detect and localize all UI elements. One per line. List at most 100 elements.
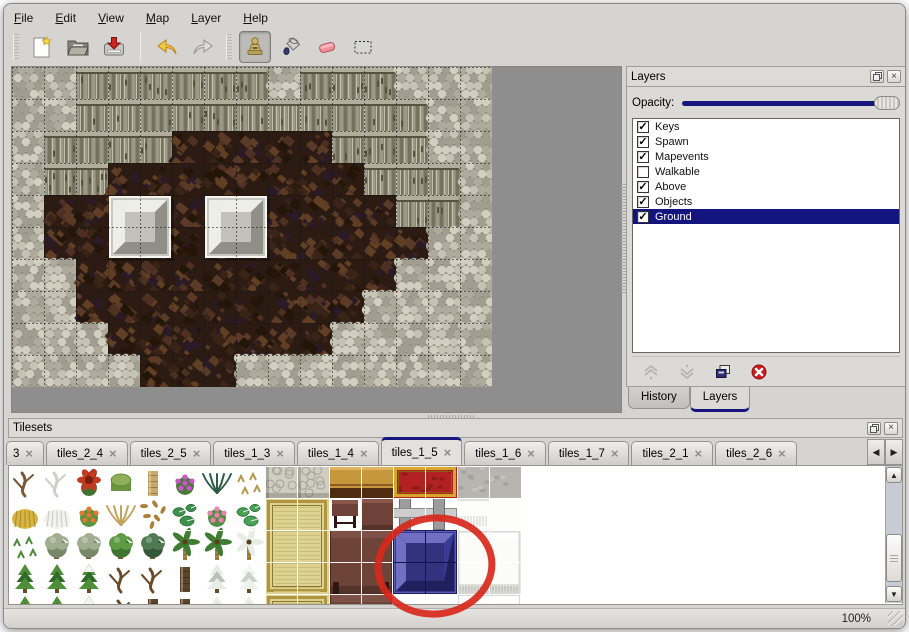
tileset-tab[interactable]: tiles_2_6× bbox=[715, 441, 797, 465]
toolbar-grip[interactable] bbox=[226, 34, 232, 60]
layers-dock-titlebar: Layers × bbox=[626, 66, 906, 87]
opacity-slider-track[interactable] bbox=[682, 101, 898, 106]
tab-close-icon[interactable]: × bbox=[193, 449, 201, 459]
select-tool-icon bbox=[351, 35, 375, 59]
lower-layer-button[interactable] bbox=[676, 361, 698, 383]
tab-close-icon[interactable]: × bbox=[109, 449, 117, 459]
tileset-canvas[interactable] bbox=[9, 466, 883, 604]
tileset-tab[interactable]: tiles_1_4× bbox=[297, 441, 379, 465]
new-file-button[interactable] bbox=[26, 31, 58, 63]
layer-name: Walkable bbox=[655, 166, 700, 178]
layer-checkbox[interactable]: ✓ bbox=[637, 181, 649, 193]
status-bar: 100% bbox=[4, 608, 905, 628]
close-panel-button[interactable]: × bbox=[884, 422, 898, 435]
toolbar bbox=[4, 28, 905, 66]
menu-help[interactable]: Help bbox=[243, 11, 268, 25]
delete-layer-icon bbox=[750, 363, 768, 381]
tab-close-icon[interactable]: × bbox=[778, 449, 786, 459]
tab-close-icon[interactable]: × bbox=[527, 449, 535, 459]
tab-close-icon[interactable]: × bbox=[276, 449, 284, 459]
layer-checkbox[interactable] bbox=[637, 166, 649, 178]
tab-close-icon[interactable]: × bbox=[444, 448, 452, 458]
tileset-scrollbar[interactable]: ▲ ▼ bbox=[885, 466, 902, 603]
tileset-tab[interactable]: tiles_1_7× bbox=[548, 441, 630, 465]
layer-checkbox[interactable]: ✓ bbox=[637, 211, 649, 223]
raise-layer-button[interactable] bbox=[640, 361, 662, 383]
resize-grip[interactable] bbox=[888, 611, 903, 626]
layer-checkbox[interactable]: ✓ bbox=[637, 136, 649, 148]
stamp-tool-button[interactable] bbox=[239, 31, 271, 63]
layers-dock-title: Layers bbox=[631, 71, 867, 83]
fill-tool-button[interactable] bbox=[275, 31, 307, 63]
tileset-content[interactable]: ▲ ▼ bbox=[8, 466, 903, 605]
float-panel-button[interactable] bbox=[867, 422, 881, 435]
layer-row-mapevents[interactable]: ✓ Mapevents bbox=[633, 149, 899, 164]
tileset-tab[interactable]: tiles_2_1× bbox=[631, 441, 713, 465]
float-panel-button[interactable] bbox=[870, 70, 884, 83]
layer-name: Mapevents bbox=[655, 151, 709, 163]
layer-name: Spawn bbox=[655, 136, 689, 148]
layer-name: Ground bbox=[655, 211, 692, 223]
tab-close-icon[interactable]: × bbox=[360, 449, 368, 459]
raise-layer-icon bbox=[642, 363, 660, 381]
menu-view[interactable]: View bbox=[98, 11, 124, 25]
redo-icon bbox=[191, 35, 215, 59]
layer-row-above[interactable]: ✓Above bbox=[633, 179, 899, 194]
layer-name: Objects bbox=[655, 196, 692, 208]
tileset-tab[interactable]: tiles_2_4× bbox=[46, 441, 128, 465]
tileset-tab-bar: 3× tiles_2_4× tiles_2_5× tiles_1_3× tile… bbox=[8, 438, 903, 466]
duplicate-layer-icon bbox=[714, 363, 732, 381]
tab-close-icon[interactable]: × bbox=[695, 449, 703, 459]
layer-row-objects[interactable]: ✓ Objects bbox=[633, 194, 899, 209]
layer-row-walkable[interactable]: Walkable bbox=[633, 164, 899, 179]
close-panel-button[interactable]: × bbox=[887, 70, 901, 83]
menu-edit[interactable]: Edit bbox=[55, 11, 76, 25]
menu-layer[interactable]: Layer bbox=[191, 11, 221, 25]
tab-scroll-right-button[interactable]: ▶ bbox=[885, 439, 903, 465]
tileset-tab[interactable]: 3× bbox=[6, 441, 44, 465]
menu-file[interactable]: File bbox=[14, 11, 33, 25]
tileset-tab[interactable]: tiles_1_3× bbox=[213, 441, 295, 465]
tilesets-dock: Tilesets × 3× tiles_2_4× tiles_2_5× tile… bbox=[8, 418, 903, 610]
undo-button[interactable] bbox=[151, 31, 183, 63]
float-icon bbox=[873, 72, 882, 81]
scrollbar-thumb[interactable] bbox=[886, 534, 902, 582]
save-file-button[interactable] bbox=[98, 31, 130, 63]
map-canvas[interactable] bbox=[12, 67, 492, 387]
toolbar-separator bbox=[140, 33, 141, 61]
redo-button[interactable] bbox=[187, 31, 219, 63]
map-viewport[interactable] bbox=[11, 66, 622, 413]
layer-checkbox[interactable]: ✓ bbox=[637, 121, 649, 133]
tab-scroll-buttons: ◀ ▶ bbox=[867, 439, 903, 465]
opacity-slider[interactable] bbox=[682, 95, 900, 111]
toolbar-grip[interactable] bbox=[13, 34, 19, 60]
tileset-tab[interactable]: tiles_1_6× bbox=[464, 441, 546, 465]
opacity-label: Opacity: bbox=[632, 97, 674, 109]
layer-buttons-row bbox=[632, 356, 900, 386]
menu-bar: File Edit View Map Layer Help bbox=[4, 4, 905, 28]
layer-row-ground[interactable]: ✓ Ground bbox=[633, 209, 899, 224]
scroll-down-button[interactable]: ▼ bbox=[886, 586, 902, 602]
tilesets-title: Tilesets bbox=[13, 422, 864, 434]
tab-layers[interactable]: Layers bbox=[690, 387, 751, 412]
tab-close-icon[interactable]: × bbox=[611, 449, 619, 459]
tileset-tab[interactable]: tiles_2_5× bbox=[130, 441, 212, 465]
opacity-slider-handle[interactable] bbox=[874, 96, 900, 110]
tileset-tab-active[interactable]: tiles_1_5× bbox=[381, 437, 463, 465]
tab-history[interactable]: History bbox=[628, 387, 690, 409]
tab-scroll-left-button[interactable]: ◀ bbox=[867, 439, 885, 465]
layer-row-keys[interactable]: ✓Keys bbox=[633, 119, 899, 134]
app-window: File Edit View Map Layer Help bbox=[3, 3, 906, 629]
select-tool-button[interactable] bbox=[347, 31, 379, 63]
delete-layer-button[interactable] bbox=[748, 361, 770, 383]
duplicate-layer-button[interactable] bbox=[712, 361, 734, 383]
scroll-up-button[interactable]: ▲ bbox=[886, 467, 902, 483]
menu-map[interactable]: Map bbox=[146, 11, 169, 25]
eraser-tool-button[interactable] bbox=[311, 31, 343, 63]
layer-row-spawn[interactable]: ✓ Spawn bbox=[633, 134, 899, 149]
layer-checkbox[interactable]: ✓ bbox=[637, 196, 649, 208]
layer-checkbox[interactable]: ✓ bbox=[637, 151, 649, 163]
tilesets-splitter[interactable] bbox=[428, 415, 476, 418]
open-file-button[interactable] bbox=[62, 31, 94, 63]
tab-close-icon[interactable]: × bbox=[25, 449, 33, 459]
